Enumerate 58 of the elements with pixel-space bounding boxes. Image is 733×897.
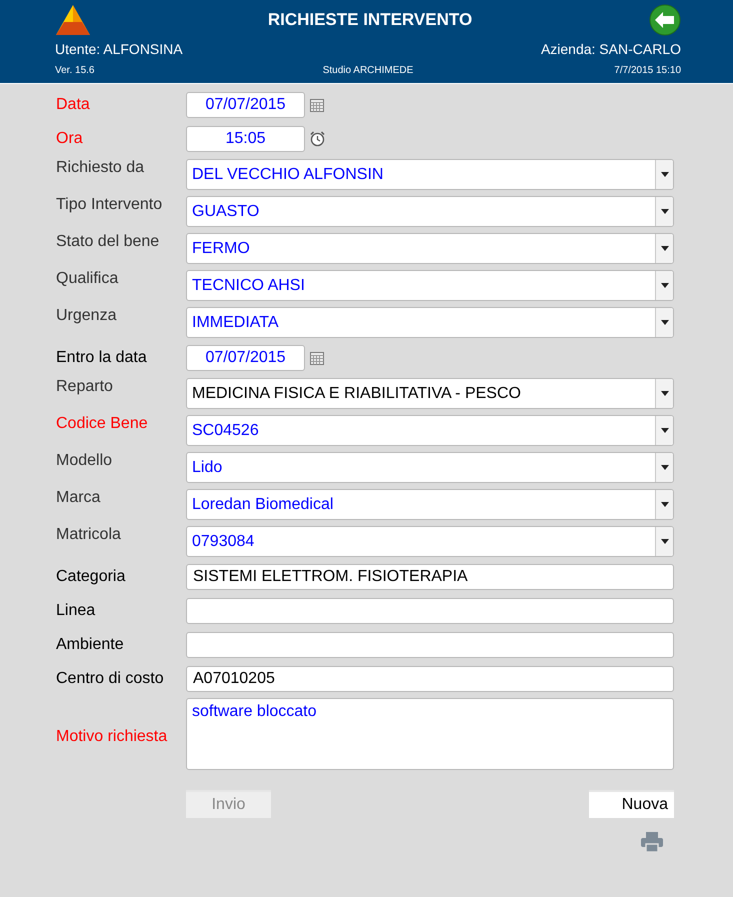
- field-label: Modello: [56, 452, 114, 470]
- input-field[interactable]: [186, 632, 674, 658]
- dropdown-field[interactable]: DEL VECCHIO ALFONSIN: [186, 159, 674, 190]
- action-button[interactable]: Nuova: [589, 790, 674, 818]
- caret-icon: [660, 246, 668, 251]
- caret-icon: [660, 283, 668, 288]
- input-field[interactable]: SISTEMI ELETTROM. FISIOTERAPIA: [186, 564, 674, 590]
- caret-icon: [660, 465, 668, 470]
- dropdown-field[interactable]: FERMO: [186, 233, 674, 264]
- caret-icon: [660, 172, 668, 177]
- field-label: Entro la data: [56, 349, 148, 367]
- dropdown-field[interactable]: SC04526: [186, 415, 674, 446]
- printer-icon[interactable]: [641, 832, 663, 852]
- date-field[interactable]: 07/07/2015: [186, 345, 305, 371]
- field-label: Urgenza: [56, 307, 118, 325]
- field-label: Qualifica: [56, 270, 120, 288]
- field-label: Categoria: [56, 568, 126, 586]
- page-title: RICHIESTE INTERVENTO: [268, 10, 472, 30]
- dropdown-field[interactable]: Lido: [186, 452, 674, 483]
- dropdown-field[interactable]: TECNICO AHSI: [186, 270, 674, 301]
- field-label: Reparto: [56, 378, 114, 396]
- dropdown-field[interactable]: MEDICINA FISICA E RIABILITATIVA - PESCO: [186, 378, 674, 409]
- dropdown-field[interactable]: GUASTO: [186, 196, 674, 227]
- caret-icon: [660, 391, 668, 396]
- company-label: Azienda: SAN-CARLO: [540, 41, 681, 57]
- field-label: Stato del bene: [56, 233, 160, 251]
- input-field[interactable]: A07010205: [186, 666, 674, 692]
- studio-label: Studio ARCHIMEDE: [322, 65, 414, 76]
- field-label: Centro di costo: [56, 670, 165, 688]
- date-field[interactable]: 07/07/2015: [186, 92, 305, 118]
- field-label: Codice Bene: [56, 415, 149, 433]
- triangle-logo-icon: [55, 4, 91, 36]
- field-label: Motivo richiesta: [56, 728, 168, 746]
- caret-icon: [660, 209, 668, 214]
- input-field[interactable]: [186, 598, 674, 624]
- time-field[interactable]: 15:05: [186, 126, 305, 152]
- calendar-icon[interactable]: [310, 98, 324, 112]
- field-label: Matricola: [56, 526, 122, 544]
- field-label: Ora: [56, 130, 84, 148]
- caret-icon: [660, 428, 668, 433]
- field-label: Ambiente: [56, 636, 125, 654]
- field-label: Marca: [56, 489, 102, 507]
- field-label: Linea: [56, 602, 96, 620]
- field-label: Tipo Intervento: [56, 196, 164, 214]
- field-label: Data: [56, 96, 91, 114]
- alarm-clock-icon[interactable]: [310, 131, 325, 147]
- dropdown-field[interactable]: 0793084: [186, 526, 674, 557]
- field-label: Richiesto da: [56, 159, 146, 177]
- version-label: Ver. 15.6: [55, 65, 96, 76]
- calendar-icon[interactable]: [310, 352, 324, 364]
- dropdown-field[interactable]: IMMEDIATA: [186, 307, 674, 338]
- dropdown-field[interactable]: Loredan Biomedical: [186, 489, 674, 520]
- datetime-label: 7/7/2015 15:10: [613, 65, 682, 76]
- caret-icon: [660, 539, 668, 544]
- caret-icon: [660, 320, 668, 325]
- caret-icon: [660, 502, 668, 507]
- user-label: Utente: ALFONSINA: [55, 41, 183, 57]
- text-area[interactable]: software bloccato: [186, 698, 674, 770]
